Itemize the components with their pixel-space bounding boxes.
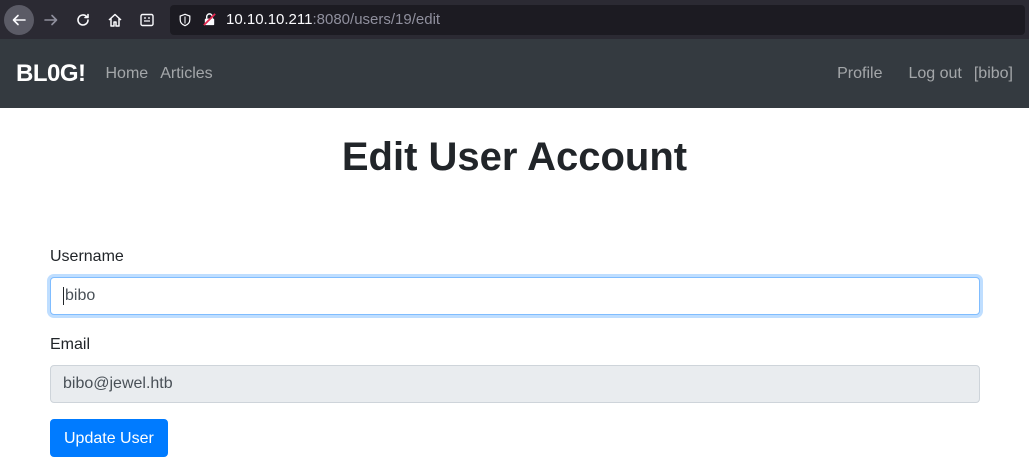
- site-brand[interactable]: BL0G!: [16, 60, 86, 88]
- site-navbar: BL0G! Home Articles Profile Log out [bib…: [0, 39, 1029, 108]
- username-group: Username bibo: [50, 245, 980, 315]
- email-label: Email: [50, 336, 91, 353]
- url-path: :8080/users/19/edit: [312, 11, 441, 28]
- home-button[interactable]: [100, 5, 130, 35]
- arrow-left-icon: [12, 14, 26, 25]
- reload-button[interactable]: [68, 5, 98, 35]
- nav-link-articles[interactable]: Articles: [156, 65, 216, 83]
- email-value: bibo@jewel.htb: [63, 375, 173, 392]
- forward-button[interactable]: [36, 5, 66, 35]
- username-input[interactable]: bibo: [50, 277, 980, 315]
- home-icon: [108, 13, 122, 27]
- current-user-label: [bibo]: [973, 64, 1013, 82]
- page-title: Edit User Account: [341, 135, 688, 179]
- browser-toolbar: 10.10.10.211:8080/users/19/edit: [0, 0, 1029, 39]
- edit-user-form: Username bibo Email bibo@jewel.htb Updat…: [50, 245, 980, 457]
- url-host: 10.10.10.211: [226, 11, 313, 28]
- back-button[interactable]: [4, 4, 34, 35]
- email-input[interactable]: bibo@jewel.htb: [50, 365, 980, 403]
- insecure-lock-icon: [202, 12, 218, 28]
- nav-link-profile[interactable]: Profile: [833, 65, 886, 83]
- username-label: Username: [50, 248, 124, 265]
- navbar-right: Profile Log out [bibo]: [825, 65, 1013, 83]
- main-content: Edit User Account Username bibo Email bi…: [0, 132, 1029, 457]
- username-value: bibo: [65, 287, 96, 304]
- nav-link-home[interactable]: Home: [102, 65, 153, 83]
- nav-link-logout[interactable]: Log out: [904, 65, 965, 83]
- reload-icon: [77, 13, 89, 26]
- arrow-right-icon: [44, 14, 58, 25]
- update-user-button[interactable]: Update User: [50, 419, 168, 457]
- reader-button[interactable]: [132, 5, 162, 35]
- email-group: Email bibo@jewel.htb: [50, 333, 980, 403]
- text-caret: [63, 287, 64, 305]
- address-bar[interactable]: 10.10.10.211:8080/users/19/edit: [170, 4, 1025, 35]
- shield-icon: [178, 12, 194, 28]
- reader-view-icon: [140, 13, 154, 26]
